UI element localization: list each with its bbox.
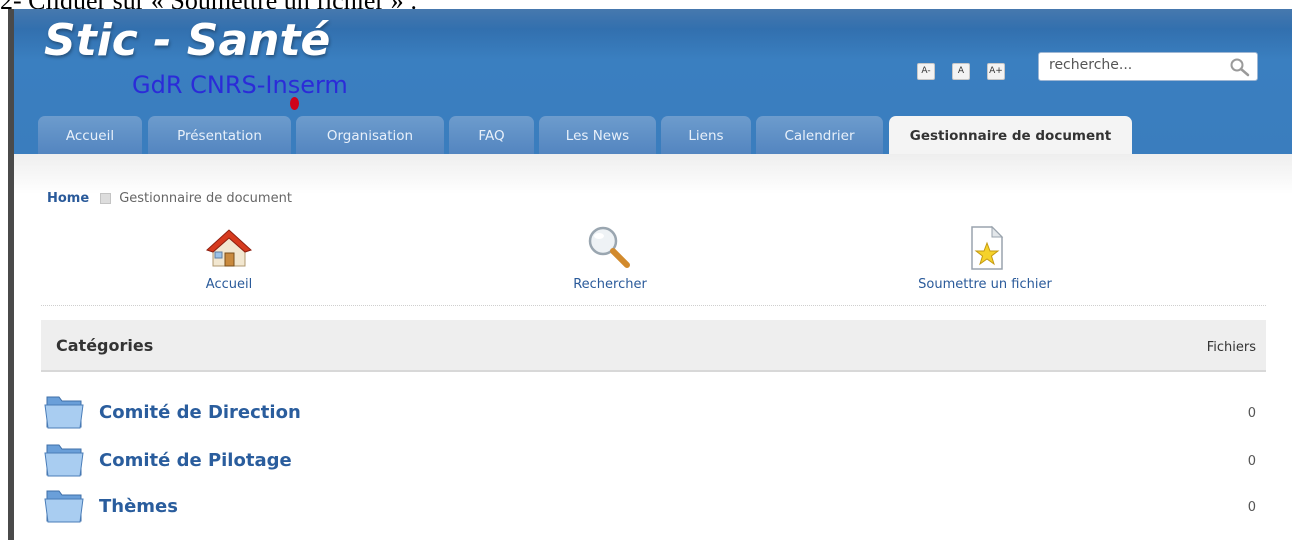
category-row[interactable]: Comité de Pilotage 0 xyxy=(41,436,1266,482)
font-reset-button[interactable]: A xyxy=(952,63,970,80)
logo-red-dot xyxy=(290,97,299,110)
categories-header: Catégories Fichiers xyxy=(41,320,1266,372)
tab-accueil[interactable]: Accueil xyxy=(38,116,142,154)
breadcrumb-home-link[interactable]: Home xyxy=(47,191,89,206)
tab-news[interactable]: Les News xyxy=(539,116,656,154)
tab-organisation[interactable]: Organisation xyxy=(296,116,444,154)
font-decrease-button[interactable]: A- xyxy=(917,63,935,80)
action-accueil-label: Accueil xyxy=(205,277,253,292)
search-placeholder: recherche... xyxy=(1049,57,1133,73)
house-icon xyxy=(206,229,252,267)
action-soumettre-label: Soumettre un fichier xyxy=(918,277,1052,292)
search-input[interactable]: recherche... xyxy=(1038,52,1258,81)
category-file-count: 0 xyxy=(1247,406,1256,421)
actions-divider xyxy=(41,305,1266,306)
breadcrumb-separator-icon xyxy=(100,193,112,204)
folder-icon xyxy=(44,396,84,429)
magnifier-icon xyxy=(588,226,630,268)
category-link[interactable]: Comité de Pilotage xyxy=(99,450,292,471)
category-row[interactable]: Comité de Direction 0 xyxy=(41,388,1266,434)
files-column-header: Fichiers xyxy=(1206,340,1256,355)
category-file-count: 0 xyxy=(1247,500,1256,515)
tab-gestionnaire-document[interactable]: Gestionnaire de document xyxy=(889,116,1132,154)
tab-liens[interactable]: Liens xyxy=(661,116,751,154)
content-top-fade xyxy=(14,154,1292,194)
category-link[interactable]: Thèmes xyxy=(99,496,178,517)
main-content: Home Gestionnaire de document Accueil Rec… xyxy=(14,154,1292,540)
categories-title: Catégories xyxy=(56,336,154,355)
category-link[interactable]: Comité de Direction xyxy=(99,402,301,423)
document-star-icon xyxy=(971,225,1004,270)
site-logo[interactable]: Stic - Santé xyxy=(44,15,330,66)
search-icon[interactable] xyxy=(1229,57,1251,77)
breadcrumb: Home Gestionnaire de document xyxy=(47,191,292,206)
font-increase-button[interactable]: A+ xyxy=(987,63,1005,80)
folder-icon xyxy=(44,490,84,523)
site-logo-subtitle: GdR CNRS-Inserm xyxy=(132,71,348,99)
tab-presentation[interactable]: Présentation xyxy=(148,116,291,154)
category-row[interactable]: Thèmes 0 xyxy=(41,482,1266,528)
category-file-count: 0 xyxy=(1247,454,1256,469)
tab-calendrier[interactable]: Calendrier xyxy=(756,116,883,154)
action-rechercher-label: Rechercher xyxy=(573,277,647,292)
browser-page: Stic - Santé GdR CNRS-Inserm A- A A+ rec… xyxy=(8,9,1292,540)
tab-faq[interactable]: FAQ xyxy=(449,116,534,154)
site-header: Stic - Santé GdR CNRS-Inserm A- A A+ rec… xyxy=(14,9,1292,154)
folder-icon xyxy=(44,444,84,477)
breadcrumb-current: Gestionnaire de document xyxy=(119,191,292,206)
